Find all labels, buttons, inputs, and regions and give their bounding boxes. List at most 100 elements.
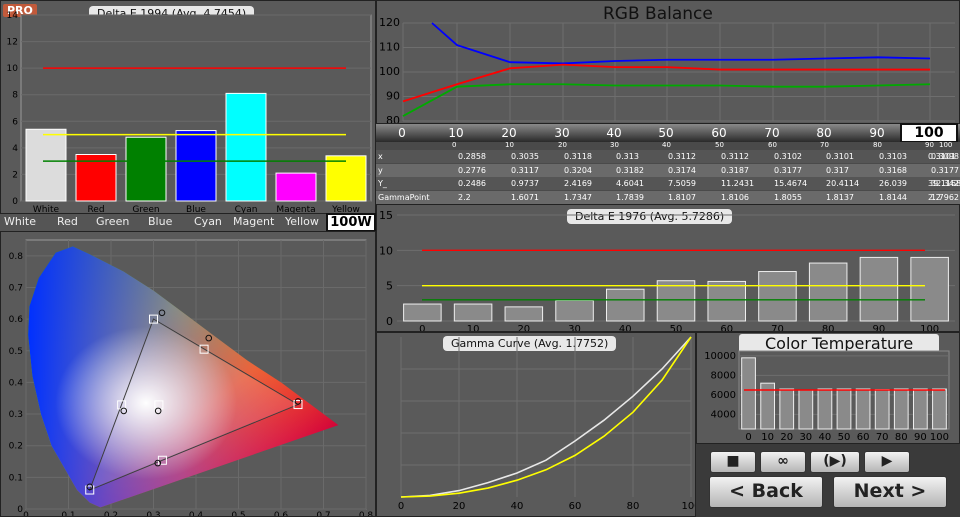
color-label[interactable]: White [4, 215, 36, 228]
x-tick-label: 30 [799, 432, 812, 443]
x-tick-label: 90 [869, 126, 884, 140]
bar [817, 388, 833, 430]
x-tick-label: 80 [822, 324, 835, 332]
table-cell: 0.3182 [616, 165, 644, 175]
x-tick-label: 0 [23, 511, 29, 517]
x-tick-label: Blue [186, 205, 206, 214]
table-header-cell: 0 [452, 141, 457, 149]
x-tick-label: 0.8 [359, 511, 374, 517]
y-tick-label: 120 [379, 16, 400, 29]
table-row-label: x [378, 152, 383, 161]
table-cell: 0.3187 [721, 165, 749, 175]
color-label[interactable]: Blue [148, 215, 172, 228]
bar [798, 389, 814, 430]
table-cell: 2.4169 [564, 179, 592, 188]
table-cell: 15.4674 [774, 179, 808, 188]
x-tick-label: 0 [419, 324, 425, 332]
x-tick-label: 0.7 [316, 511, 330, 517]
table-cell: 1.8144 [879, 192, 907, 202]
rgb-balance-x-axis: 0 10 20 30 40 50 60 70 80 90 [398, 126, 884, 140]
y-tick-label: 0.8 [9, 252, 24, 262]
x-tick-label: 40 [619, 324, 632, 332]
y-tick-label: 0.1 [9, 473, 23, 483]
loop-button[interactable]: ∞ [760, 451, 806, 473]
color-label[interactable]: Cyan [194, 215, 222, 228]
x-tick-label: 40 [511, 501, 524, 512]
table-cell: 0.2776 [458, 165, 486, 175]
table-cell: 0.9737 [511, 179, 539, 188]
table-cell: 0.3112 [668, 152, 696, 161]
y-tick-label: 110 [379, 41, 400, 54]
y-tick-label: 10 [7, 64, 19, 74]
y-tick-label: 0 [17, 505, 23, 515]
y-tick-label: 6 [12, 117, 18, 127]
y-tick-label: 5 [386, 280, 393, 293]
table-cell: 20.4114 [826, 179, 860, 188]
play-pause-button[interactable]: (▶) [810, 451, 860, 473]
table-header-cell: 10 [505, 141, 514, 149]
y-tick-label: 0.2 [9, 442, 23, 452]
color-label[interactable]: Magent [233, 215, 274, 228]
x-tick-label: 100 [930, 432, 949, 443]
x-tick-label: 90 [873, 324, 886, 332]
gamma-curve-chart: 0 20 40 60 80 100 [398, 336, 696, 512]
x-tick-label: 10 [448, 126, 463, 140]
x-tick-label: 100 [681, 501, 696, 512]
gamma-line [400, 336, 692, 498]
x-tick-label: 20 [517, 324, 530, 332]
table-row-label: GammaPoint [378, 192, 430, 202]
y-tick-label: 0.4 [9, 378, 24, 388]
table-row-label: y [378, 165, 383, 175]
bar [741, 357, 756, 430]
x-tick-label: 30 [568, 324, 581, 332]
bar [808, 262, 848, 322]
x-tick-label: 100 [920, 324, 939, 332]
y-tick-label: 0 [386, 315, 393, 328]
color-label[interactable]: Red [57, 215, 78, 228]
table-header-cell: 100 [939, 141, 953, 149]
color-label[interactable]: Yellow [285, 215, 319, 228]
color-label[interactable]: Green [96, 215, 129, 228]
y-tick-label: 2 [12, 170, 18, 180]
y-tick-label: 4000 [711, 409, 736, 420]
x-tick-label: 60 [720, 324, 733, 332]
bar [707, 280, 746, 322]
y-tick-label: 0 [12, 197, 18, 207]
bar [656, 280, 696, 322]
table-row: y 0.2776 0.3117 0.3204 0.3182 0.3174 0.3187 0.3… [376, 163, 960, 177]
table-cell: 2.2 [928, 192, 941, 202]
table-cell: 4.6041 [616, 179, 644, 188]
table-header-cell: 50 [715, 141, 724, 149]
stop-button[interactable]: ■ [710, 451, 756, 473]
color-selected-badge[interactable]: 100W [326, 213, 376, 232]
play-button[interactable]: ▶ [864, 451, 910, 473]
x-tick-label: 0.3 [146, 511, 160, 517]
table-cell: 0.3102 [774, 152, 802, 161]
x-tick-label: 70 [771, 324, 784, 332]
x-tick-label: 60 [569, 501, 582, 512]
table-cell: 1.7347 [564, 192, 592, 202]
x-tick-label: Green [132, 205, 159, 214]
bar [855, 388, 871, 430]
table-header-cell: 90 [925, 141, 934, 149]
bar [125, 136, 167, 202]
delta-e-1976-chart: 0 5 10 15 0 10 20 30 40 50 60 70 80 90 100 [379, 209, 955, 332]
table-cell: 1.7839 [616, 192, 644, 202]
back-button[interactable]: < Back [709, 476, 823, 508]
rgb-balance-selected-badge[interactable]: 100 [900, 123, 958, 143]
table-header-cell: 70 [820, 141, 829, 149]
x-tick-label: 60 [857, 432, 870, 443]
bar [932, 388, 947, 430]
bar [910, 256, 949, 322]
table-header-cell: 40 [662, 141, 671, 149]
bar [275, 172, 317, 202]
table-cell: 0.3177 [774, 165, 802, 175]
x-tick-label: 20 [780, 432, 793, 443]
x-tick-label: 0 [398, 126, 406, 140]
y-tick-label: 10000 [704, 351, 736, 362]
x-tick-label: 40 [606, 126, 621, 140]
next-button[interactable]: Next > [833, 476, 947, 508]
table-cell: 0.3101 [826, 152, 854, 161]
y-tick-label: 6000 [711, 390, 736, 401]
x-tick-label: 40 [819, 432, 832, 443]
